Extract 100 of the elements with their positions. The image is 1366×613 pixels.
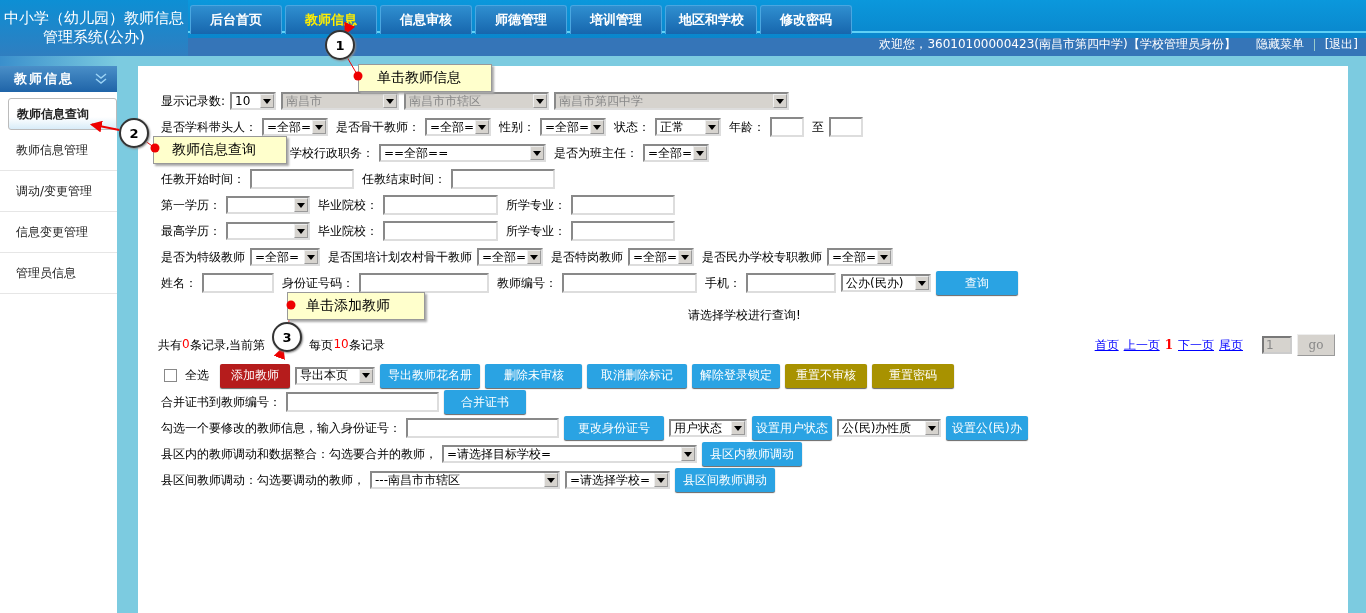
field-label: 身份证号码： <box>282 274 354 292</box>
caret-icon[interactable] <box>544 473 558 487</box>
field-label: 是否骨干教师： <box>336 118 420 136</box>
field-label: 任教结束时间： <box>362 170 446 188</box>
nav-tab[interactable]: 地区和学校 <box>665 5 757 34</box>
caret-icon[interactable] <box>590 120 604 134</box>
chevron-icon[interactable] <box>95 73 107 85</box>
field-label: 是否为特级教师 <box>161 248 245 266</box>
input-field[interactable] <box>571 221 675 241</box>
dropdown[interactable]: 用户状态 <box>669 419 747 437</box>
dropdown[interactable]: =全部= <box>425 118 491 136</box>
dropdown[interactable]: 导出本页 <box>295 366 375 385</box>
field-label: 任教开始时间： <box>161 170 245 188</box>
dropdown[interactable]: =请选择目标学校= <box>442 445 697 463</box>
input-field[interactable] <box>562 273 697 293</box>
field-label: 手机： <box>705 274 741 292</box>
sidebar-item[interactable]: 调动/变更管理 <box>0 171 117 212</box>
caret-icon[interactable] <box>260 94 275 108</box>
callout-tooltip: 教师信息查询 <box>153 136 287 164</box>
dropdown[interactable]: =全部= <box>827 248 893 266</box>
dropdown[interactable]: =全部= <box>643 144 709 162</box>
caret-icon[interactable] <box>693 146 707 160</box>
dropdown[interactable]: 公(民)办性质 <box>837 419 941 437</box>
dropdown[interactable]: 正常 <box>655 118 721 136</box>
input-field[interactable] <box>746 273 836 293</box>
app-title: 中小学（幼儿园）教师信息 管理系统(公办) <box>0 0 188 56</box>
dropdown[interactable]: ---南昌市市辖区 <box>370 471 560 489</box>
field-label: 第一学历： <box>161 196 221 214</box>
dot-icon <box>286 300 296 310</box>
input-field[interactable] <box>451 169 555 189</box>
caret-icon[interactable] <box>654 473 668 487</box>
callout-tooltip: 单击添加教师 <box>287 292 425 320</box>
caret-icon[interactable] <box>312 120 326 134</box>
input-field[interactable] <box>286 392 439 412</box>
page-link[interactable]: 下一页 <box>1178 336 1214 354</box>
caret-icon[interactable] <box>681 447 695 461</box>
input-field[interactable] <box>829 117 863 137</box>
dropdown[interactable]: =全部= <box>540 118 606 136</box>
checkbox[interactable] <box>164 369 177 382</box>
dot-icon <box>353 71 363 81</box>
sidebar-item[interactable]: 管理员信息 <box>0 253 117 294</box>
caret-icon[interactable] <box>359 368 373 383</box>
hide-menu-link[interactable]: 隐藏菜单 <box>1255 36 1304 53</box>
sidebar-item[interactable]: 信息变更管理 <box>0 212 117 253</box>
field-label: 所学专业： <box>506 222 566 240</box>
nav-tab[interactable]: 师德管理 <box>475 5 567 34</box>
dropdown[interactable]: =全部= <box>628 248 694 266</box>
input-field[interactable] <box>202 273 274 293</box>
dropdown[interactable]: =全部= <box>250 248 320 266</box>
input-field[interactable] <box>359 273 489 293</box>
nav-tab[interactable]: 后台首页 <box>190 5 282 34</box>
input-field[interactable] <box>383 195 498 215</box>
caret-icon[interactable] <box>294 224 308 238</box>
dropdown[interactable]: =请选择学校= <box>565 471 670 489</box>
page-link[interactable]: 上一页 <box>1123 336 1160 354</box>
field-label: 县区内的教师调动和数据整合：勾选要合并的教师， <box>161 445 437 463</box>
dropdown[interactable]: 10 <box>230 92 277 110</box>
caret-icon[interactable] <box>475 120 489 134</box>
caret-icon[interactable] <box>915 276 929 290</box>
field-label: 年龄： <box>729 118 765 136</box>
callout-tooltip: 单击教师信息 <box>358 64 492 92</box>
page-link[interactable]: 首页 <box>1094 336 1119 354</box>
action-button[interactable]: 添加教师 <box>220 363 290 388</box>
caret-icon[interactable] <box>705 120 719 134</box>
sidebar-item[interactable]: 教师信息管理 <box>0 130 117 171</box>
caret-icon[interactable] <box>304 250 318 264</box>
sidebar-item[interactable]: 教师信息查询 <box>8 98 117 130</box>
input-field[interactable] <box>770 117 804 137</box>
field-label: 是否特岗教师 <box>551 248 623 266</box>
dropdown[interactable]: 公办(民办) <box>841 274 931 292</box>
welcome-text: 欢迎您，36010100000423(南昌市第四中学)【学校管理员身份】 <box>879 36 1236 53</box>
caret-icon[interactable] <box>678 250 692 264</box>
page-link[interactable]: 尾页 <box>1219 336 1243 354</box>
caret-icon[interactable] <box>527 250 541 264</box>
logout-link[interactable]: [退出] <box>1324 36 1358 53</box>
caret-icon[interactable] <box>294 198 308 212</box>
input-field[interactable] <box>250 169 354 189</box>
dropdown[interactable]: =全部= <box>477 248 543 266</box>
nav-tab[interactable]: 信息审核 <box>380 5 472 34</box>
caret-icon[interactable] <box>731 421 745 435</box>
input-field[interactable] <box>383 221 498 241</box>
field-label: 教师编号： <box>497 274 557 292</box>
record-count: 共有0条记录,当前第 <box>158 336 266 354</box>
nav-tab[interactable]: 修改密码 <box>760 5 852 34</box>
field-label: 勾选一个要修改的教师信息，输入身份证号： <box>161 419 401 437</box>
dropdown[interactable]: =全部= <box>262 118 328 136</box>
page-size: 每页10条记录 <box>309 336 385 354</box>
dropdown[interactable]: ==全部== <box>379 144 546 162</box>
field-label: 性别： <box>499 118 535 136</box>
field-label: 毕业院校： <box>318 222 378 240</box>
caret-icon[interactable] <box>925 421 939 435</box>
caret-icon[interactable] <box>530 146 544 160</box>
input-field[interactable] <box>571 195 675 215</box>
nav-tab[interactable]: 培训管理 <box>570 5 662 34</box>
field-label: 所学专业： <box>506 196 566 214</box>
field-label: 姓名： <box>161 274 197 292</box>
caret-icon[interactable] <box>877 250 891 264</box>
input-field[interactable] <box>406 418 559 438</box>
field-label: 毕业院校： <box>318 196 378 214</box>
field-label: 合并证书到教师编号： <box>161 393 281 411</box>
